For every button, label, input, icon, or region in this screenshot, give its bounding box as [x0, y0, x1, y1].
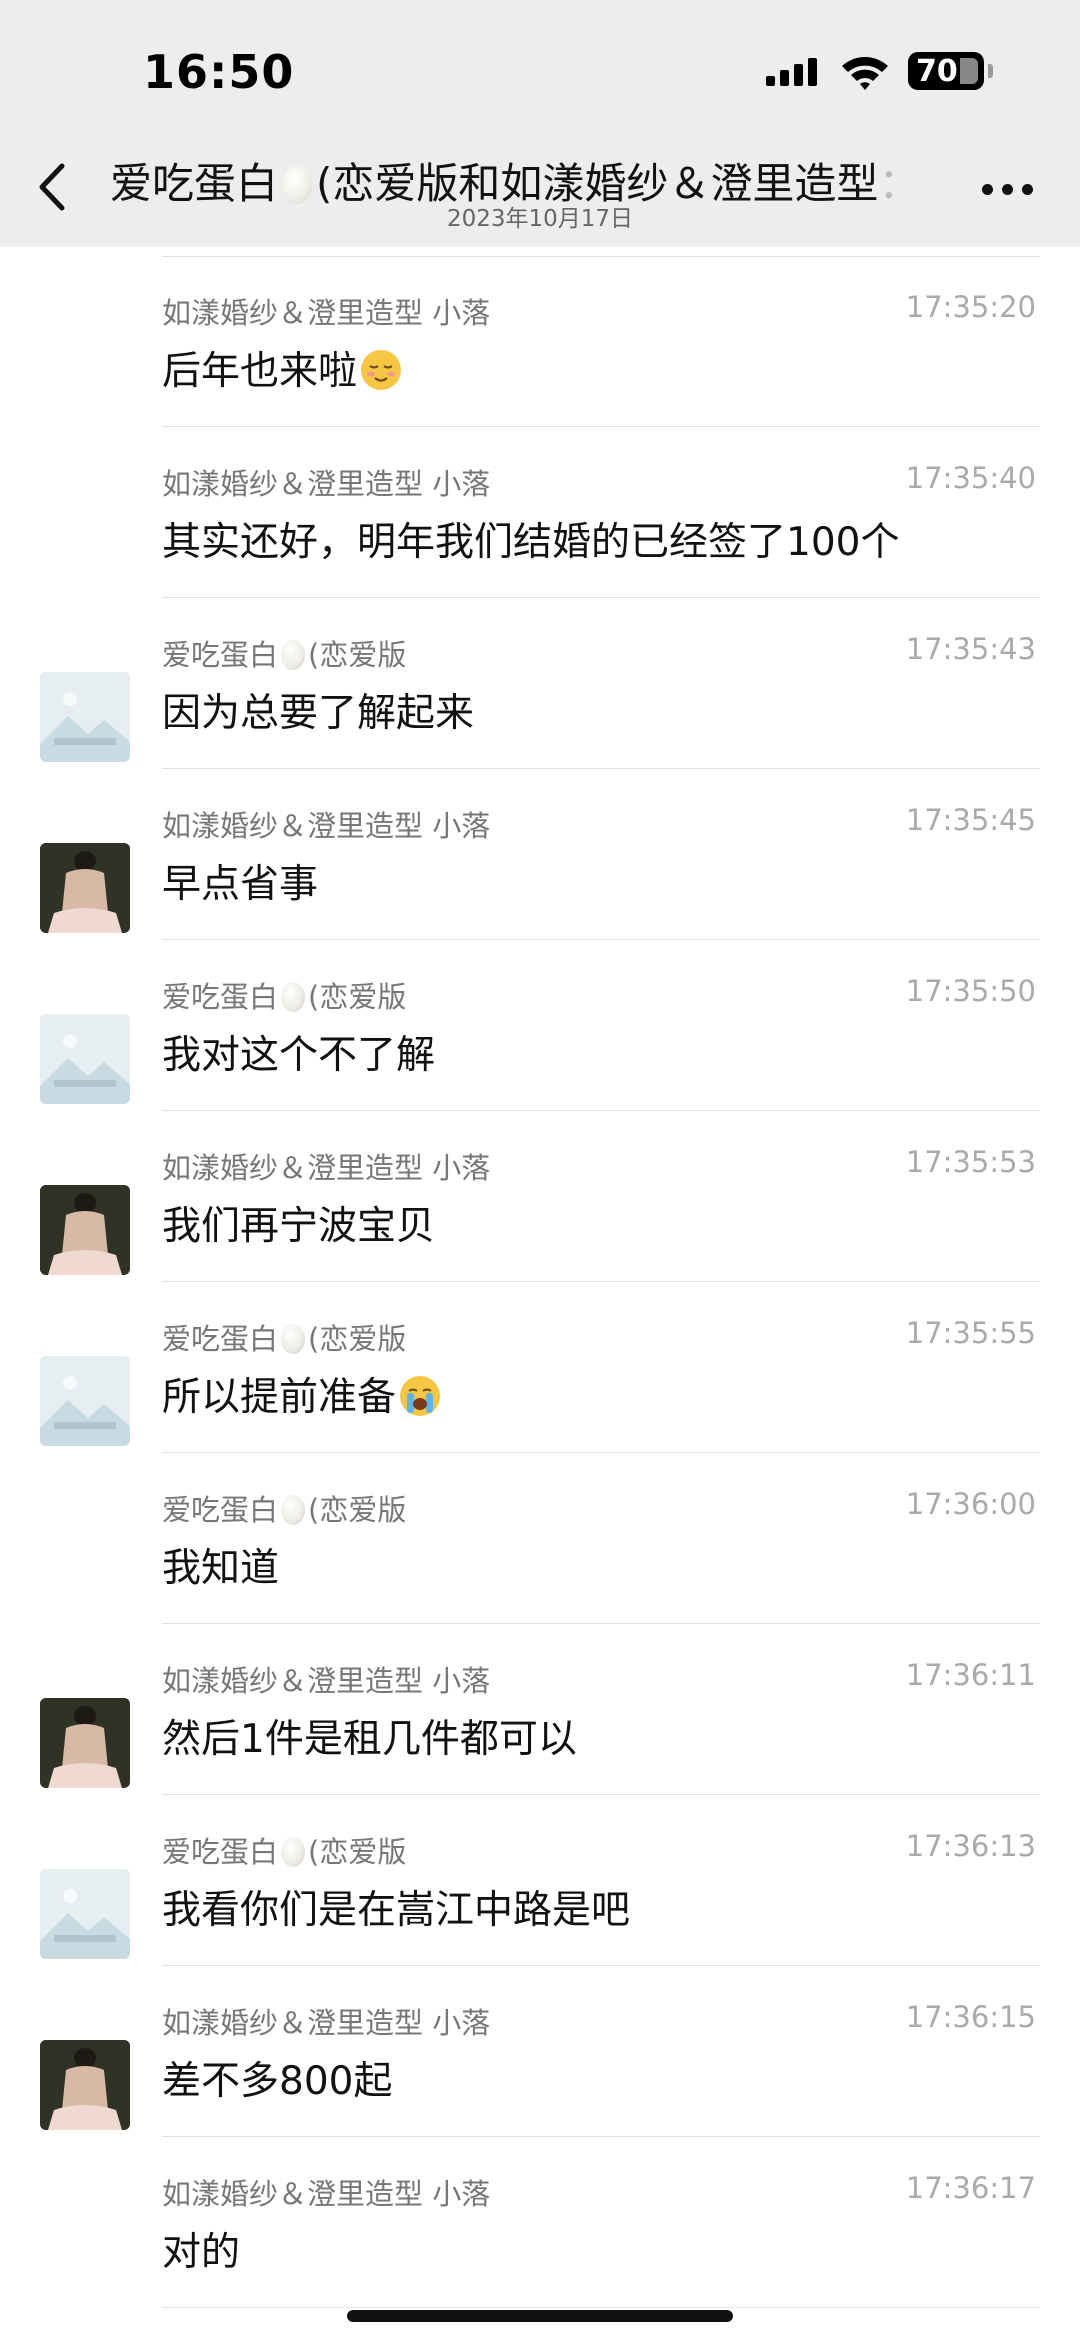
avatar[interactable]: [40, 2040, 130, 2130]
egg-emoji: [281, 1495, 306, 1525]
list-item[interactable]: 如漾婚纱＆澄里造型 小落 17:35:53 我们再宁波宝贝: [0, 1111, 1080, 1282]
sender-name: 爱吃蛋白 (恋爱版: [162, 980, 407, 1014]
list-item[interactable]: 如漾婚纱＆澄里造型 小落 17:35:20 后年也来啦: [0, 256, 1080, 427]
message-time: 17:36:13: [905, 1829, 1036, 1863]
list-item[interactable]: 如漾婚纱＆澄里造型 小落 17:35:40 其实还好，明年我们结婚的已经签了100个: [0, 427, 1080, 598]
message-divider: [162, 2307, 1040, 2308]
egg-emoji: [281, 1324, 306, 1354]
message-text: 后年也来啦: [162, 340, 403, 396]
list-item[interactable]: 爱吃蛋白 (恋爱版 17:35:43 因为总要了解起来: [0, 598, 1080, 769]
list-item[interactable]: 如漾婚纱＆澄里造型 小落 17:36:17 对的: [0, 2137, 1080, 2308]
list-item[interactable]: 爱吃蛋白 (恋爱版 17:35:50 我对这个不了解: [0, 940, 1080, 1111]
battery-icon: 70: [908, 52, 993, 90]
list-item[interactable]: 爱吃蛋白 (恋爱版 17:36:00 我知道: [0, 1453, 1080, 1624]
message-text: 其实还好，明年我们结婚的已经签了100个: [162, 520, 900, 565]
sender-name: 如漾婚纱＆澄里造型 小落: [162, 296, 491, 330]
list-item[interactable]: 如漾婚纱＆澄里造型 小落 17:36:11 然后1件是租几件都可以: [0, 1624, 1080, 1795]
list-item[interactable]: 爱吃蛋白 (恋爱版 17:35:55 所以提前准备: [0, 1282, 1080, 1453]
sender-name: 如漾婚纱＆澄里造型 小落: [162, 2177, 491, 2211]
message-time: 17:36:11: [905, 1658, 1036, 1692]
message-time: 17:36:17: [905, 2171, 1036, 2205]
message-time: 17:35:40: [905, 461, 1036, 495]
wifi-icon: [842, 57, 888, 90]
message-text: 我知道: [162, 1546, 280, 1591]
message-time: 17:36:00: [905, 1487, 1036, 1521]
avatar[interactable]: [40, 1869, 130, 1959]
ellipsis-icon[interactable]: [982, 184, 1034, 198]
sender-name: 如漾婚纱＆澄里造型 小落: [162, 2006, 491, 2040]
embarrassed-smile-emoji: [357, 349, 403, 394]
battery-level: 70: [916, 53, 958, 89]
cellular-signal-icon: [766, 56, 820, 86]
list-item[interactable]: 如漾婚纱＆澄里造型 小落 17:35:45 早点省事: [0, 769, 1080, 940]
crying-emoji: [396, 1375, 442, 1420]
sender-name: 如漾婚纱＆澄里造型 小落: [162, 1664, 491, 1698]
sender-name: 爱吃蛋白 (恋爱版: [162, 1835, 407, 1869]
message-text: 我们再宁波宝贝: [162, 1204, 436, 1249]
sender-name: 如漾婚纱＆澄里造型 小落: [162, 467, 491, 501]
sender-name: 爱吃蛋白 (恋爱版: [162, 1493, 407, 1527]
message-text: 差不多800起: [162, 2059, 393, 2104]
egg-emoji: [281, 982, 306, 1012]
avatar[interactable]: [40, 672, 130, 762]
sender-name: 如漾婚纱＆澄里造型 小落: [162, 1151, 491, 1185]
message-text: 我对这个不了解: [162, 1033, 436, 1078]
message-text: 早点省事: [162, 862, 319, 907]
avatar[interactable]: [40, 1698, 130, 1788]
avatar[interactable]: [40, 1185, 130, 1275]
chat-header: 16:50 70 爱吃蛋白 (恋爱版和如漾婚纱＆澄里造型： 2023年10月17日: [0, 0, 1080, 247]
list-item[interactable]: 如漾婚纱＆澄里造型 小落 17:36:15 差不多800起: [0, 1966, 1080, 2137]
home-indicator: [347, 2310, 733, 2322]
message-time: 17:35:20: [905, 290, 1036, 324]
egg-emoji: [281, 1837, 306, 1867]
message-text: 所以提前准备: [162, 1366, 442, 1422]
avatar[interactable]: [40, 1356, 130, 1446]
status-time: 16:50: [143, 45, 295, 99]
message-time: 17:35:43: [905, 632, 1036, 666]
egg-emoji: [281, 640, 306, 670]
message-time: 17:35:55: [905, 1316, 1036, 1350]
list-item[interactable]: 爱吃蛋白 (恋爱版 17:36:13 我看你们是在嵩江中路是吧: [0, 1795, 1080, 1966]
avatar[interactable]: [40, 1014, 130, 1104]
message-text: 因为总要了解起来: [162, 691, 475, 736]
message-time: 17:35:50: [905, 974, 1036, 1008]
message-text: 对的: [162, 2230, 241, 2275]
avatar[interactable]: [40, 843, 130, 933]
message-text: 我看你们是在嵩江中路是吧: [162, 1888, 631, 1933]
sender-name: 如漾婚纱＆澄里造型 小落: [162, 809, 491, 843]
message-time: 17:36:15: [905, 2000, 1036, 2034]
message-time: 17:35:53: [905, 1145, 1036, 1179]
sender-name: 爱吃蛋白 (恋爱版: [162, 638, 407, 672]
message-text: 然后1件是租几件都可以: [162, 1717, 577, 1762]
chat-date: 2023年10月17日: [446, 206, 634, 232]
message-time: 17:35:45: [905, 803, 1036, 837]
sender-name: 爱吃蛋白 (恋爱版: [162, 1322, 407, 1356]
